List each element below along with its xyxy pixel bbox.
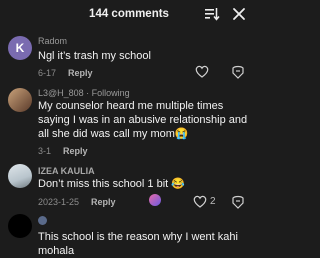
comment-item: L3@H_808 · Following My counselor heard …	[0, 86, 258, 158]
comment-username[interactable]: IZEA KAULIA	[38, 166, 95, 176]
reply-button[interactable]: Reply	[91, 197, 116, 207]
comment-text: My counselor heard me multiple times say…	[38, 100, 248, 140]
comment-date: 2023-1-25	[38, 197, 80, 207]
comment-date: 6-17	[38, 68, 57, 78]
avatar[interactable]	[8, 214, 32, 238]
avatar[interactable]: K	[8, 36, 32, 60]
like-count: 2	[210, 196, 216, 207]
reply-button[interactable]: Reply	[63, 146, 88, 156]
dislike-icon[interactable]	[231, 195, 245, 209]
creator-liked-avatar	[149, 194, 161, 206]
close-icon[interactable]	[232, 7, 246, 21]
comment-text: Don’t miss this school 1 bit 😂	[38, 178, 185, 190]
comment-meta: 6-17 Reply	[38, 68, 93, 78]
comments-header: 144 comments	[0, 0, 258, 28]
comment-item: IZEA KAULIA Don’t miss this school 1 bit…	[0, 164, 258, 212]
comment-username[interactable]: Radom	[38, 36, 67, 46]
avatar[interactable]	[8, 88, 32, 112]
reply-button[interactable]: Reply	[68, 68, 93, 78]
comment-username[interactable]: L3@H_808 · Following	[38, 88, 130, 98]
comment-meta: 2023-1-25 Reply	[38, 197, 116, 207]
comment-text: This school is the reason why I went kah…	[38, 231, 238, 257]
comment-meta: 3-1 Reply	[38, 146, 88, 156]
comment-item: This school is the reason why I went kah…	[0, 214, 258, 258]
heart-icon[interactable]	[195, 65, 209, 78]
comment-item: K Radom Ngl it’s trash my school 6-17 Rep…	[0, 34, 258, 82]
dislike-icon[interactable]	[231, 65, 245, 79]
avatar[interactable]	[8, 164, 32, 188]
user-badge-icon	[38, 216, 47, 225]
comment-text: Ngl it’s trash my school	[38, 50, 151, 62]
comment-date: 3-1	[38, 146, 52, 156]
heart-icon[interactable]	[193, 195, 207, 208]
sort-filter-icon[interactable]	[204, 7, 220, 21]
